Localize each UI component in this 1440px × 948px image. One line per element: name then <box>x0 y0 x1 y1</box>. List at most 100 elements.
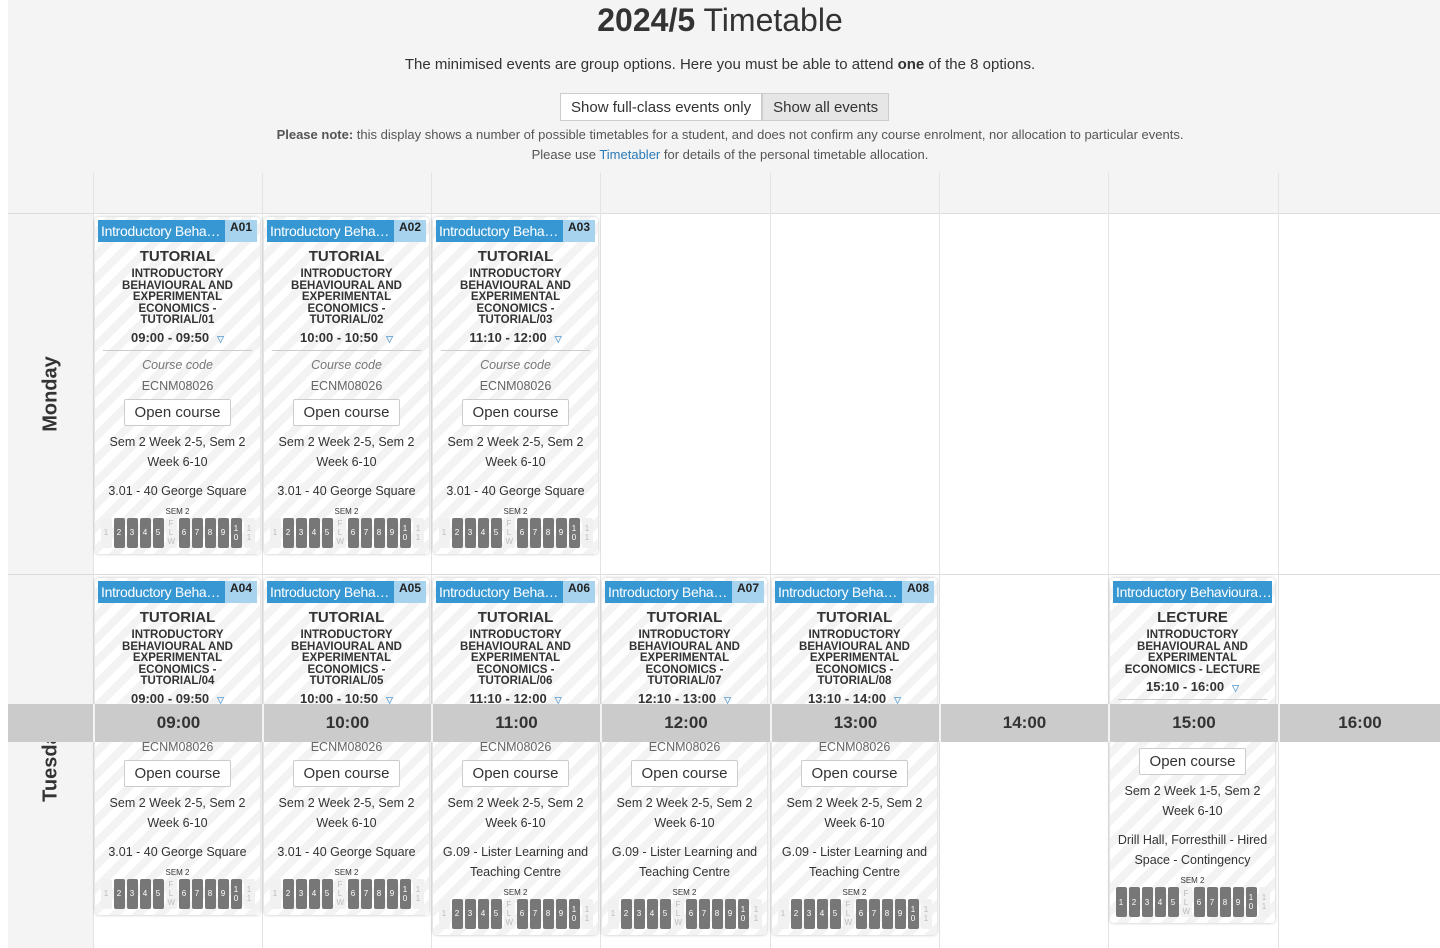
week-cell: 10 <box>399 517 411 548</box>
week-cell: 10 <box>737 898 749 929</box>
event-location: 3.01 - 40 George Square <box>277 844 416 859</box>
expand-triangle-icon[interactable]: ▽ <box>1232 683 1239 693</box>
event-location: 3.01 - 40 George Square <box>446 483 585 498</box>
timetabler-link[interactable]: Timetabler <box>599 147 660 162</box>
week-bar: 1 2 3 4 5 FLW 6 7 8 9 10 11 <box>433 517 598 548</box>
open-course-button[interactable]: Open course <box>1138 748 1247 775</box>
week-label: 10 <box>740 904 746 923</box>
expand-triangle-icon[interactable]: ▽ <box>217 695 224 705</box>
event-header[interactable]: Introductory Behavioural and Experimenta… <box>436 581 595 603</box>
show-all-events-button[interactable]: Show all events <box>762 93 890 121</box>
week-cell: 10 <box>907 898 919 929</box>
event-header[interactable]: Introductory Behavioural and Experimenta… <box>605 581 764 603</box>
expand-triangle-icon[interactable]: ▽ <box>724 695 731 705</box>
week-cell: 2 <box>113 878 125 909</box>
week-label: 8 <box>1222 897 1228 907</box>
week-cell: 8 <box>881 898 893 929</box>
expand-triangle-icon[interactable]: ▽ <box>555 334 562 344</box>
week-label: 11 <box>584 904 590 923</box>
week-label: 6 <box>688 909 694 918</box>
semester-label: SEM 2 <box>1180 876 1205 885</box>
week-cell: 6 <box>347 878 359 909</box>
week-label: 5 <box>155 889 161 898</box>
week-label: 10 <box>571 904 577 923</box>
event-header[interactable]: Introductory Behavioural and Experimenta… <box>436 220 595 242</box>
week-cell: 7 <box>360 517 372 548</box>
show-full-class-button[interactable]: Show full-class events only <box>560 93 763 121</box>
disclaimer-note: Please note: this display shows a number… <box>276 127 1184 162</box>
week-cell: 1 <box>1115 887 1127 917</box>
expand-triangle-icon[interactable]: ▽ <box>555 695 562 705</box>
event-title: Introductory Behavioural and Experimenta… <box>439 223 563 239</box>
open-course-button[interactable]: Open course <box>292 398 401 426</box>
week-cell: 3 <box>803 898 815 929</box>
week-cell: 3 <box>1141 887 1153 917</box>
course-code-label: Course code <box>480 357 551 372</box>
open-course-button[interactable]: Open course <box>800 759 909 787</box>
week-label: 10 <box>233 523 239 542</box>
week-cell: 5 <box>490 898 502 929</box>
column-divider <box>93 173 94 948</box>
time-header-bar: 09:00 10:00 11:00 12:00 13:00 14:00 15:00 16:00 <box>8 704 1440 742</box>
event-header[interactable]: Introductory Behavioural and Experimenta… <box>267 581 426 603</box>
semester-label: SEM 2 <box>165 506 190 516</box>
event-time: 09:00 - 09:50 ▽ <box>95 330 260 345</box>
week-cell: 7 <box>360 878 372 909</box>
week-cell: 5 <box>659 898 671 929</box>
expand-triangle-icon[interactable]: ▽ <box>386 695 393 705</box>
event-location: G.09 - Lister Learning and Teaching Cent… <box>442 844 589 879</box>
event-card[interactable]: Introductory Behavioural and Experimenta… <box>602 578 767 935</box>
event-card[interactable]: Introductory Behavioural and Experimenta… <box>433 578 598 935</box>
week-label: 5 <box>832 909 838 918</box>
column-divider <box>1278 173 1279 948</box>
week-bar: 1 2 3 4 5 FLW 6 7 8 9 10 11 <box>772 898 937 929</box>
event-header[interactable]: Introductory Behavioural and Experimenta… <box>98 581 257 603</box>
open-course-button[interactable]: Open course <box>630 759 739 787</box>
week-cell: 2 <box>451 898 463 929</box>
week-label: 3 <box>129 889 135 898</box>
event-card[interactable]: Introductory Behavioural and Experimenta… <box>264 217 429 554</box>
week-cell: 8 <box>373 517 385 548</box>
week-cell: 5 <box>321 878 333 909</box>
event-header[interactable]: Introductory Behavioural and Experimenta… <box>98 220 257 242</box>
event-header[interactable]: Introductory Behavioural and Experimenta… <box>1113 581 1272 603</box>
event-card[interactable]: Introductory Behavioural and Experimenta… <box>1110 578 1275 923</box>
event-card[interactable]: Introductory Behavioural and Experimenta… <box>95 578 260 915</box>
week-label: 7 <box>532 909 538 918</box>
week-label: 10 <box>571 523 577 542</box>
week-cell: 3 <box>126 517 138 548</box>
group-badge: A07 <box>732 581 764 603</box>
event-card[interactable]: Introductory Behavioural and Experimenta… <box>95 217 260 554</box>
open-course-button[interactable]: Open course <box>461 759 570 787</box>
week-label: 4 <box>311 889 317 898</box>
event-card[interactable]: Introductory Behavioural and Experimenta… <box>772 578 937 935</box>
week-label: 3 <box>806 909 812 918</box>
expand-triangle-icon[interactable]: ▽ <box>894 695 901 705</box>
open-course-button[interactable]: Open course <box>461 398 570 426</box>
week-cell: 9 <box>1232 887 1244 917</box>
week-label: 7 <box>363 889 369 898</box>
column-divider <box>1108 173 1109 948</box>
event-header[interactable]: Introductory Behavioural and Experimenta… <box>267 220 426 242</box>
event-card[interactable]: Introductory Behavioural and Experimenta… <box>264 578 429 915</box>
column-divider <box>431 173 432 948</box>
group-badge: A01 <box>225 220 257 242</box>
event-card[interactable]: Introductory Behavioural and Experimenta… <box>433 217 598 554</box>
week-cell: 3 <box>295 878 307 909</box>
expand-triangle-icon[interactable]: ▽ <box>386 334 393 344</box>
week-cell: FLW <box>334 517 346 548</box>
week-cell: 10 <box>568 517 580 548</box>
expand-triangle-icon[interactable]: ▽ <box>217 334 224 344</box>
event-header[interactable]: Introductory Behavioural and Experimenta… <box>775 581 934 603</box>
open-course-button[interactable]: Open course <box>292 759 401 787</box>
week-label: 4 <box>649 909 655 918</box>
column-divider <box>262 173 263 948</box>
event-filter-toggle: Show full-class events only Show all eve… <box>560 93 890 121</box>
week-cell: 2 <box>451 517 463 548</box>
event-location: 3.01 - 40 George Square <box>108 483 247 498</box>
open-course-button[interactable]: Open course <box>123 759 232 787</box>
week-label: 4 <box>480 909 486 918</box>
open-course-button[interactable]: Open course <box>123 398 232 426</box>
week-cell: 3 <box>633 898 645 929</box>
week-label: 7 <box>363 528 369 537</box>
